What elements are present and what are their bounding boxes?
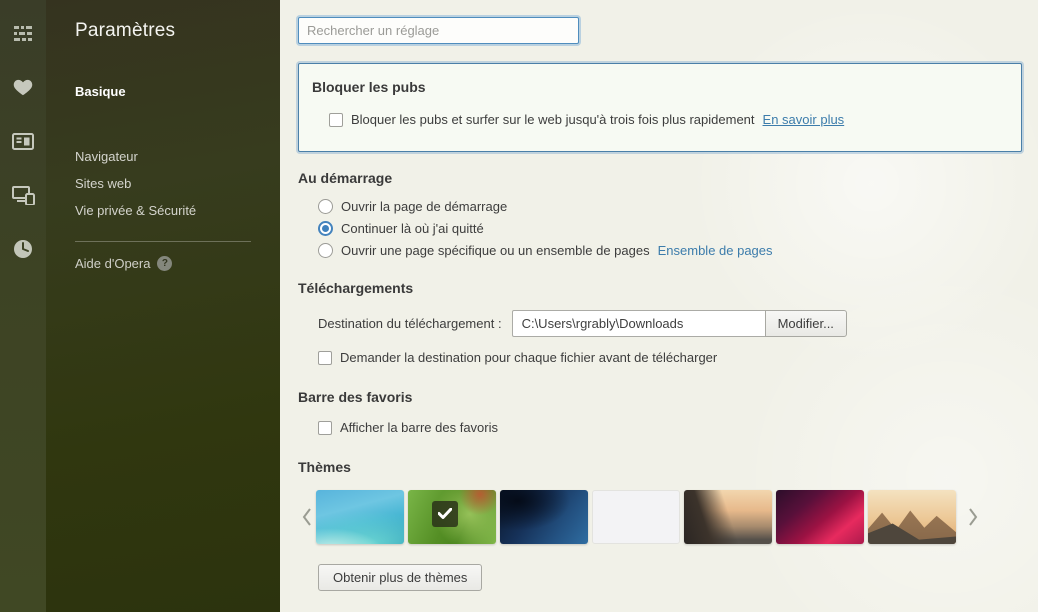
theme-thumbnail-dark-feathers[interactable] [500, 490, 588, 544]
download-destination-label: Destination du téléchargement : [318, 316, 502, 331]
search-input[interactable] [298, 17, 579, 44]
sidebar-item-navigateur[interactable]: Navigateur [75, 143, 280, 170]
help-question-icon: ? [157, 256, 172, 271]
section-title-startup: Au démarrage [298, 170, 1012, 186]
theme-thumbnail-mountain-cliffs[interactable] [684, 490, 772, 544]
learn-more-link[interactable]: En savoir plus [763, 112, 845, 127]
block-ads-checkbox-label[interactable]: Bloquer les pubs et surfer sur le web ju… [351, 112, 755, 127]
get-more-themes-button[interactable]: Obtenir plus de thèmes [318, 564, 482, 591]
section-favorites-bar: Barre des favoris Afficher la barre des … [298, 389, 1012, 435]
settings-content: Bloquer les pubs Bloquer les pubs et sur… [280, 0, 1038, 612]
startup-option-label[interactable]: Ouvrir la page de démarrage [341, 199, 507, 214]
sidebar-item-vie-privee[interactable]: Vie privée & Sécurité [75, 197, 280, 224]
theme-thumbnail-plain-light[interactable] [592, 490, 680, 544]
block-ads-checkbox[interactable] [329, 113, 343, 127]
section-title-block-ads: Bloquer les pubs [312, 79, 1008, 95]
section-title-themes: Thèmes [298, 459, 1012, 475]
bookmarks-heart-icon[interactable] [10, 74, 36, 100]
startup-option-label[interactable]: Ouvrir une page spécifique ou un ensembl… [341, 243, 650, 258]
devices-sync-icon[interactable] [10, 182, 36, 208]
startup-radio-specific-page[interactable] [318, 243, 333, 258]
settings-sidebar: Paramètres Basique Navigateur Sites web … [46, 0, 280, 612]
section-themes: Thèmes [298, 459, 1012, 591]
section-startup: Au démarrage Ouvrir la page de démarrage… [298, 170, 1012, 259]
opera-help-link[interactable]: Aide d'Opera ? [75, 256, 280, 271]
show-favorites-bar-checkbox[interactable] [318, 421, 332, 435]
startup-option-label[interactable]: Continuer là où j'ai quitté [341, 221, 484, 236]
theme-thumbnail-blue-waves[interactable] [316, 490, 404, 544]
startup-radio-continue[interactable] [318, 221, 333, 236]
news-icon[interactable] [10, 128, 36, 154]
page-set-link[interactable]: Ensemble de pages [658, 243, 773, 258]
ask-destination-checkbox[interactable] [318, 351, 332, 365]
themes-carousel [298, 490, 1012, 544]
section-title-favorites-bar: Barre des favoris [298, 389, 1012, 405]
show-favorites-bar-label[interactable]: Afficher la barre des favoris [340, 420, 498, 435]
speed-dial-icon[interactable] [10, 20, 36, 46]
sidebar-divider [75, 241, 251, 242]
help-label: Aide d'Opera [75, 256, 150, 271]
theme-thumbnail-desert-peaks[interactable] [868, 490, 956, 544]
carousel-next-icon[interactable] [964, 490, 982, 544]
theme-thumbnail-red-abstract[interactable] [776, 490, 864, 544]
page-title: Paramètres [75, 20, 280, 42]
startup-radio-start-page[interactable] [318, 199, 333, 214]
left-icon-rail [0, 0, 46, 612]
selected-theme-check-icon [432, 501, 458, 527]
section-downloads: Téléchargements Destination du télécharg… [298, 280, 1012, 365]
download-destination-input[interactable] [512, 310, 766, 337]
theme-thumbnail-green-leaf-selected[interactable] [408, 490, 496, 544]
sidebar-item-basique[interactable]: Basique [75, 78, 280, 105]
modify-destination-button[interactable]: Modifier... [765, 310, 847, 337]
carousel-prev-icon[interactable] [298, 490, 316, 544]
section-title-downloads: Téléchargements [298, 280, 1012, 296]
opera-settings-page: Paramètres Basique Navigateur Sites web … [0, 0, 1038, 612]
ask-destination-label[interactable]: Demander la destination pour chaque fich… [340, 350, 717, 365]
sidebar-item-sites-web[interactable]: Sites web [75, 170, 280, 197]
section-block-ads: Bloquer les pubs Bloquer les pubs et sur… [298, 63, 1022, 152]
history-clock-icon[interactable] [10, 236, 36, 262]
